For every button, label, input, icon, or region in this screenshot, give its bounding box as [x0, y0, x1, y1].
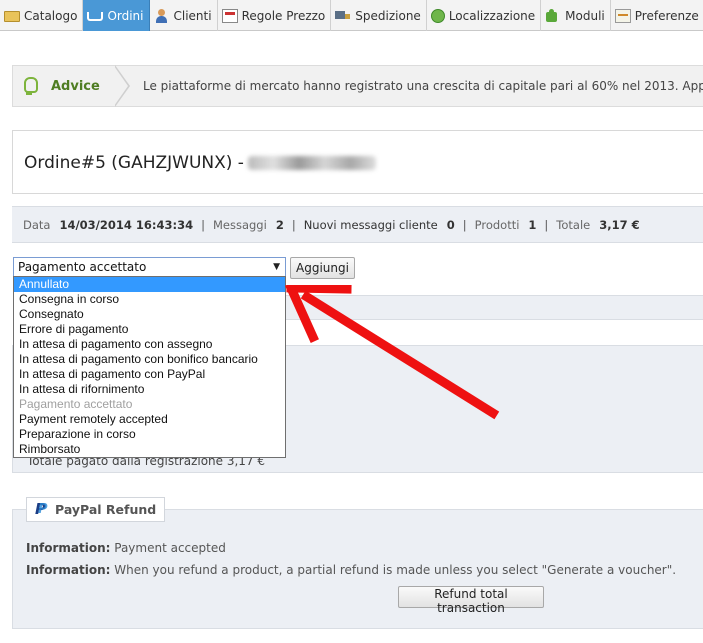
- user-icon: [154, 8, 170, 23]
- refund-total-button[interactable]: Refund total transaction: [398, 586, 544, 615]
- paypal-refund-legend: PayPal Refund: [26, 497, 166, 522]
- messages-value: 2: [275, 217, 284, 232]
- main-tab-bar: Catalogo Ordini Clienti Regole Prezzo Sp…: [0, 0, 703, 31]
- truck-icon: [335, 9, 351, 23]
- blurred-customer-name: [247, 156, 376, 170]
- tab-localizzazione[interactable]: Localizzazione: [427, 0, 542, 31]
- tab-catalogo[interactable]: Catalogo: [0, 0, 84, 31]
- folder-icon: [4, 11, 20, 22]
- advice-text[interactable]: Le piattaforme di mercato hanno registra…: [143, 66, 703, 106]
- tab-ordini[interactable]: Ordini: [83, 0, 150, 31]
- order-status-select[interactable]: Pagamento accettato ▼: [13, 257, 286, 277]
- tab-label: Catalogo: [24, 8, 78, 23]
- tab-label: Regole Prezzo: [241, 8, 326, 23]
- calculator-icon: [221, 8, 238, 23]
- cart-icon: [87, 11, 104, 21]
- selected-status: Pagamento accettato: [18, 260, 147, 274]
- total-label: Totale: [556, 217, 591, 232]
- tab-moduli[interactable]: Moduli: [541, 0, 611, 31]
- status-option-disabled: Pagamento accettato: [19, 397, 133, 411]
- status-option[interactable]: Rimborsato: [14, 442, 285, 457]
- tab-preferenze[interactable]: Preferenze: [611, 0, 703, 31]
- status-option[interactable]: Consegnato: [14, 307, 285, 322]
- products-value: 1: [528, 217, 537, 232]
- status-option[interactable]: In attesa di pagamento con PayPal: [14, 367, 285, 382]
- paypal-info-line: Information: When you refund a product, …: [26, 563, 677, 577]
- tab-spedizione[interactable]: Spedizione: [331, 0, 427, 31]
- advice-bar: Advice Le piattaforme di mercato hanno r…: [12, 65, 703, 107]
- status-option[interactable]: Annullato: [14, 277, 285, 292]
- status-option[interactable]: In attesa di pagamento con assegno: [14, 337, 285, 352]
- order-header-panel: Ordine#5 (GAHZJWUNX) -: [12, 130, 703, 194]
- advice-label: Advice: [13, 66, 123, 106]
- tab-label: Preferenze: [634, 8, 699, 23]
- status-option[interactable]: Consegna in corso: [14, 292, 285, 307]
- preferences-icon: [614, 8, 631, 23]
- paypal-icon: [33, 500, 49, 518]
- products-label: Prodotti: [474, 217, 520, 232]
- history-header-strip: [286, 295, 703, 320]
- order-title-text: Ordine#5 (GAHZJWUNX) -: [24, 153, 244, 173]
- tab-clienti[interactable]: Clienti: [150, 0, 218, 31]
- advice-title: Advice: [51, 78, 100, 94]
- tab-label: Clienti: [173, 8, 212, 23]
- tab-regole-prezzo[interactable]: Regole Prezzo: [218, 0, 332, 31]
- new-messages-value: 0: [446, 217, 455, 232]
- status-dropdown-list: Annullato Consegna in corso Consegnato E…: [13, 276, 286, 458]
- status-option[interactable]: In attesa di pagamento con bonifico banc…: [14, 352, 285, 367]
- tab-label: Moduli: [565, 8, 605, 23]
- tab-label: Localizzazione: [448, 8, 536, 23]
- messages-label: Messaggi: [212, 217, 267, 232]
- add-status-button[interactable]: Aggiungi: [290, 257, 355, 279]
- order-summary-strip: Data 14/03/2014 16:43:34 | Messaggi 2 | …: [12, 206, 703, 243]
- date-label: Data: [23, 217, 51, 232]
- status-option[interactable]: Payment remotely accepted: [14, 412, 285, 427]
- total-value: 3,17 €: [599, 217, 640, 232]
- date-value: 14/03/2014 16:43:34: [59, 217, 194, 232]
- chevron-down-icon: ▼: [273, 262, 280, 272]
- globe-icon: [430, 8, 445, 23]
- status-option[interactable]: In attesa di rifornimento: [14, 382, 285, 397]
- new-messages-label: Nuovi messaggi cliente: [303, 217, 438, 232]
- lightbulb-icon: [21, 74, 39, 98]
- page-title: Ordine#5 (GAHZJWUNX) -: [24, 153, 376, 173]
- tab-label: Ordini: [107, 8, 144, 23]
- puzzle-icon: [545, 8, 561, 23]
- paypal-info-line: Information: Payment accepted: [26, 541, 226, 555]
- tab-label: Spedizione: [355, 8, 421, 23]
- status-option[interactable]: Errore di pagamento: [14, 322, 285, 337]
- paypal-legend-text: PayPal Refund: [55, 502, 157, 517]
- status-option[interactable]: Preparazione in corso: [14, 427, 285, 442]
